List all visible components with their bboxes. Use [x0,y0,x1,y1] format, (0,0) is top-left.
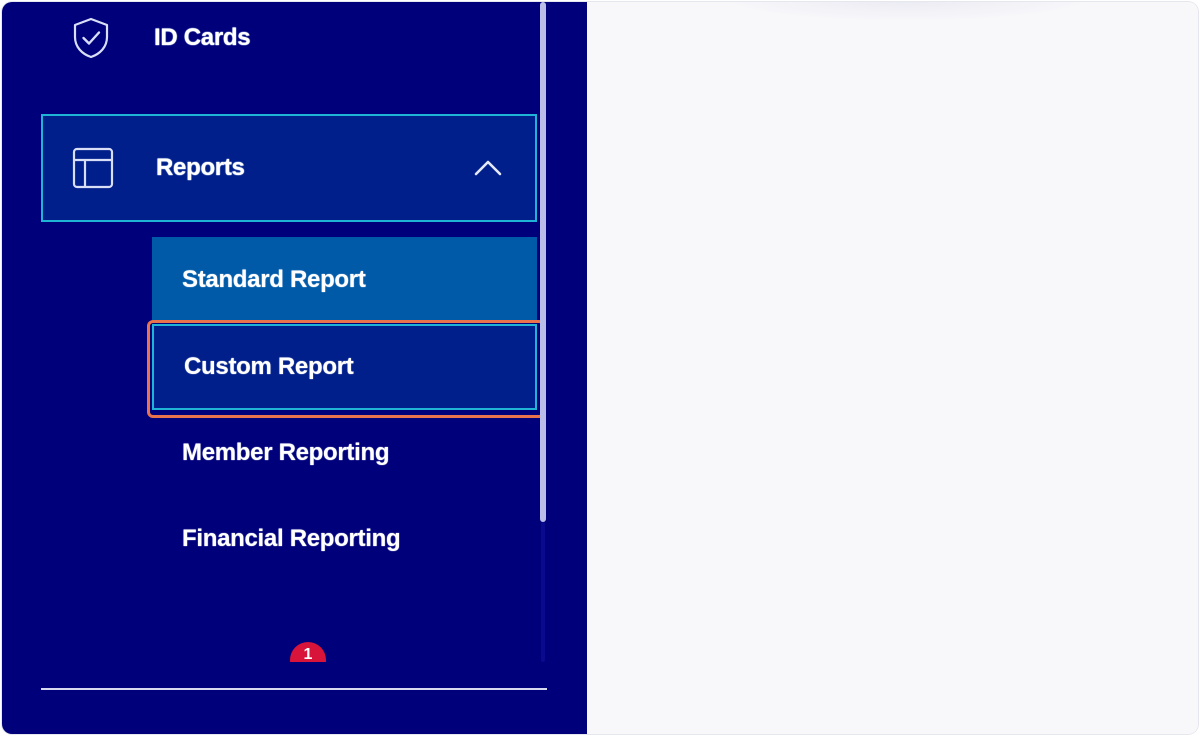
scrollbar-track [541,522,545,662]
chevron-up-icon[interactable] [471,151,505,185]
sidebar-subitem-financial-reporting[interactable]: Financial Reporting [152,496,537,582]
sidebar-subitem-member-reporting[interactable]: Member Reporting [152,410,537,496]
sidebar-subitem-standard-report[interactable]: Standard Report [152,237,537,323]
sidebar: ID Cards Reports Standard Report Custom … [2,2,587,734]
sidebar-subitem-custom-report[interactable]: Custom Report [152,324,537,410]
sidebar-item-label: ID Cards [154,24,251,51]
sidebar-subitem-label: Standard Report [182,266,366,293]
sidebar-subitem-label: Financial Reporting [182,525,401,552]
scrollbar-thumb[interactable] [540,2,546,522]
app-window: ID Cards Reports Standard Report Custom … [2,2,1198,734]
sidebar-item-reports[interactable]: Reports [41,114,537,222]
sidebar-subitem-label: Custom Report [184,353,354,380]
notification-badge[interactable]: 1 [290,642,326,662]
main-content [587,2,1198,734]
sidebar-subitem-label: Member Reporting [182,439,390,466]
sidebar-scrollbar[interactable] [539,2,547,662]
sidebar-item-id-cards[interactable]: ID Cards [41,10,537,66]
sidebar-divider [41,688,547,690]
layout-table-icon [71,146,115,190]
content-shadow [717,2,1097,22]
notification-badge-container: 1 [282,632,342,662]
sidebar-item-label: Reports [156,154,245,181]
shield-check-icon [69,16,113,60]
